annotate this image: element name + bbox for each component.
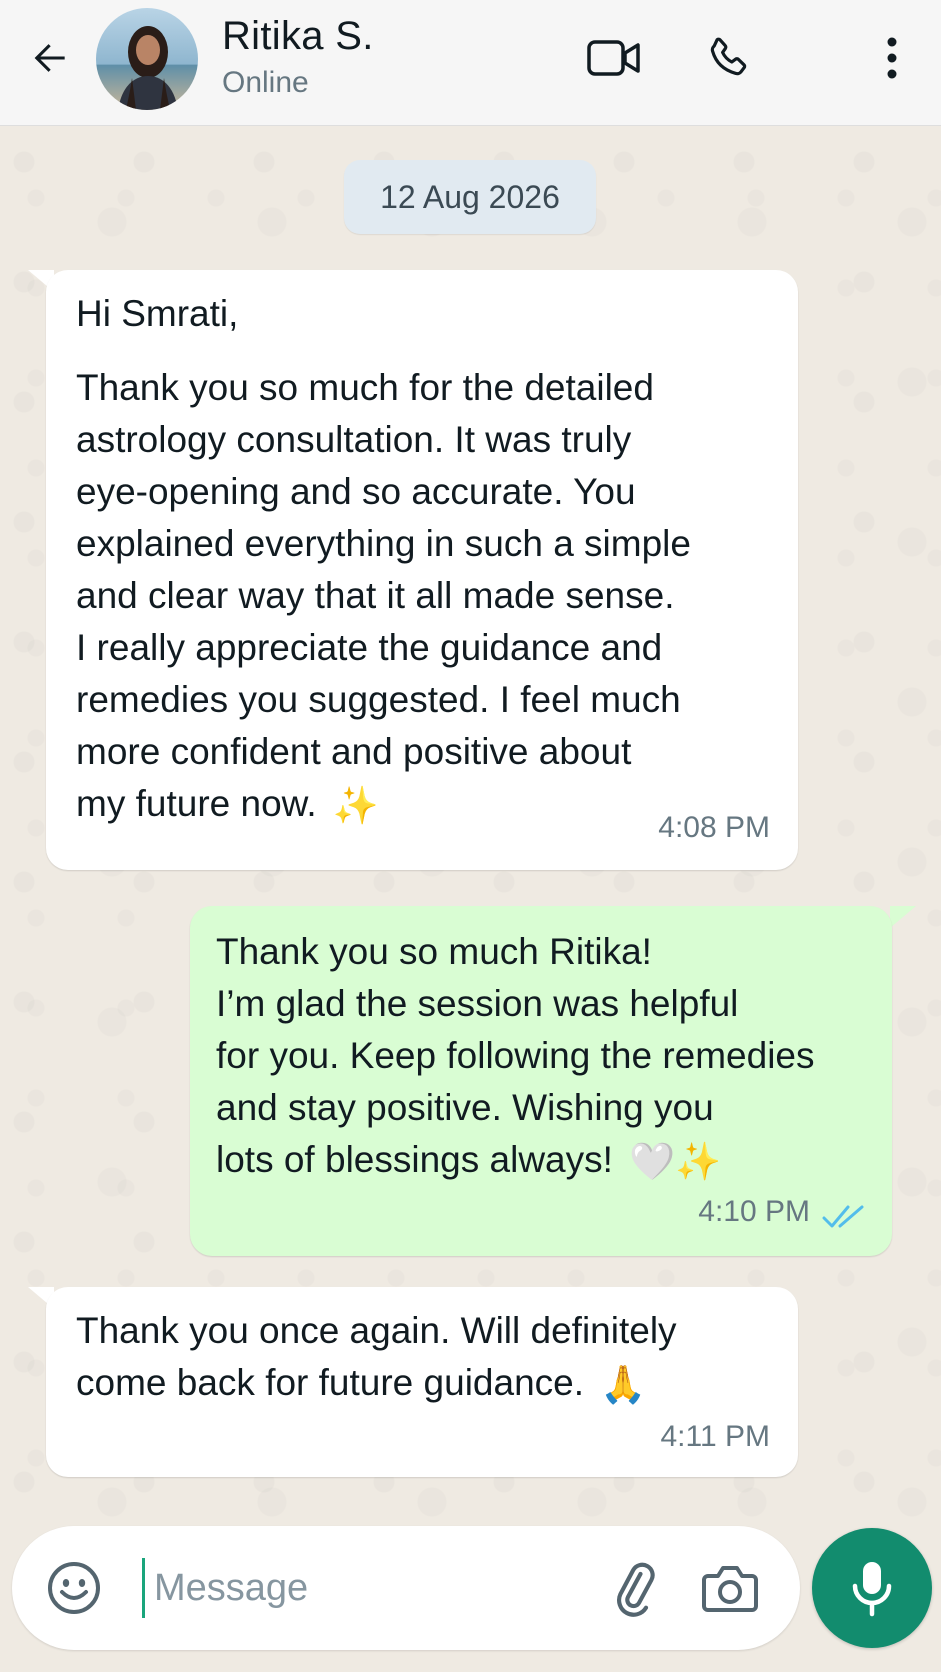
heart-sparkles-emoji: 🤍✨ xyxy=(629,1141,722,1183)
message-text: come back for future guidance. xyxy=(76,1362,585,1403)
message-time: 4:10 PM xyxy=(698,1195,810,1228)
message-text: my future now. xyxy=(76,783,317,824)
back-button[interactable] xyxy=(18,26,82,90)
contact-status: Online xyxy=(222,66,309,99)
more-options-button[interactable] xyxy=(862,28,922,88)
chat-header: Ritika S. Online xyxy=(0,0,941,126)
voice-call-button[interactable] xyxy=(698,28,758,88)
message-line: and clear way that it all made sense. xyxy=(76,575,675,616)
message-line: lots of blessings always! 🤍✨ xyxy=(216,1134,892,1188)
camera-button[interactable] xyxy=(698,1556,762,1620)
message-greeting: Hi Smrati, xyxy=(76,293,239,334)
attach-icon xyxy=(617,1562,655,1617)
message-line: and stay positive. Wishing you xyxy=(216,1087,714,1128)
message-bubble-incoming[interactable]: Thank you once again. Will definitely co… xyxy=(46,1287,798,1477)
video-call-button[interactable] xyxy=(584,28,644,88)
folded-hands-emoji: 🙏 xyxy=(600,1364,647,1406)
read-receipt-icon xyxy=(822,1205,864,1228)
message-time: 4:11 PM xyxy=(660,1420,771,1453)
message-input[interactable] xyxy=(154,1550,594,1626)
avatar[interactable] xyxy=(96,8,198,110)
message-line: I really appreciate the guidance and xyxy=(76,627,663,668)
message-composer xyxy=(12,1526,800,1650)
bubble-tail xyxy=(890,906,916,928)
message-bubble-outgoing[interactable]: Thank you so much Ritika! I’m glad the s… xyxy=(190,906,892,1256)
date-chip: 12 Aug 2026 xyxy=(344,160,596,234)
message-line: for you. Keep following the remedies xyxy=(216,1035,815,1076)
message-line: I’m glad the session was helpful xyxy=(216,983,739,1024)
message-line: Thank you so much Ritika! xyxy=(216,931,652,972)
message-line: astrology consultation. It was truly xyxy=(76,419,632,460)
message-time: 4:08 PM xyxy=(658,811,770,844)
message-line: remedies you suggested. I feel much xyxy=(76,679,681,720)
back-arrow-icon xyxy=(34,44,65,72)
camera-icon xyxy=(702,1566,758,1612)
message-bubble-incoming[interactable]: Hi Smrati, Thank you so much for the det… xyxy=(46,270,798,870)
mic-icon xyxy=(852,1562,892,1617)
voice-call-icon xyxy=(710,37,747,76)
message-line: explained everything in such a simple xyxy=(76,523,691,564)
attach-button[interactable] xyxy=(602,1556,666,1620)
message-line: more confident and positive about xyxy=(76,731,632,772)
emoji-icon xyxy=(48,1562,100,1614)
emoji-button[interactable] xyxy=(42,1556,106,1620)
voice-message-button[interactable] xyxy=(812,1528,932,1648)
text-caret xyxy=(142,1558,145,1618)
message-line: Thank you so much for the detailed xyxy=(76,367,654,408)
sparkles-emoji: ✨ xyxy=(332,785,379,827)
video-call-icon xyxy=(587,40,640,76)
message-line: Thank you once again. Will definitely xyxy=(76,1310,677,1351)
message-line: eye-opening and so accurate. You xyxy=(76,471,636,512)
contact-name[interactable]: Ritika S. xyxy=(222,14,374,59)
more-options-icon xyxy=(887,37,897,79)
message-line: come back for future guidance. 🙏 xyxy=(76,1357,798,1411)
message-text: lots of blessings always! xyxy=(216,1139,613,1180)
